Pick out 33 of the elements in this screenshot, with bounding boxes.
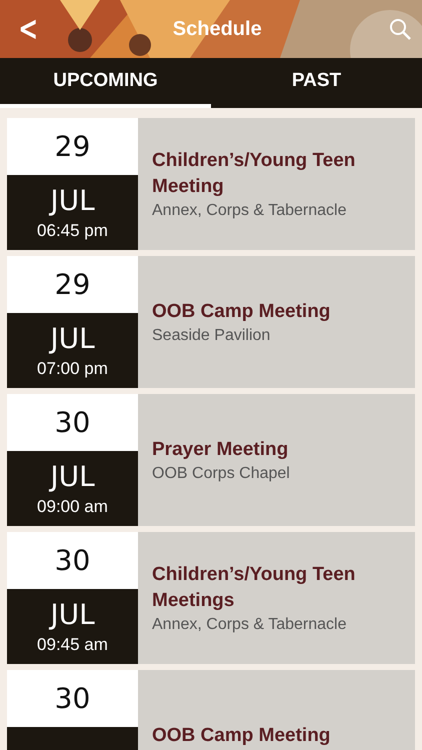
event-location: Annex, Corps & Tabernacle [152, 202, 348, 220]
event-location: Seaside Pavilion [152, 327, 272, 346]
event-card[interactable]: Children’s/Young Teen Meetings Annex, Corps & Tabernacle [138, 532, 415, 664]
event-day: 30 [7, 532, 138, 589]
event-location: OOB Corps Chapel [152, 465, 291, 484]
event-time: 09:00 am [37, 497, 108, 517]
event-card[interactable]: Prayer Meeting OOB Corps Chapel [138, 394, 415, 526]
event-title: OOB Camp Meeting [152, 724, 332, 748]
tab[interactable]: UPCOMING [0, 58, 211, 108]
event-month: JUL [50, 460, 95, 493]
search-button[interactable] [388, 17, 412, 41]
event-title: Children’s/Young Teen Meetings [152, 563, 356, 612]
event-day: 30 [7, 670, 138, 727]
event-title: Children’s/Young Teen Meeting [152, 149, 356, 198]
event-time: 06:45 pm [37, 221, 108, 241]
search-icon [388, 17, 412, 41]
event-month: JUL [50, 598, 95, 631]
event-day: 30 [7, 394, 138, 451]
event-card[interactable]: OOB Camp Meeting [138, 670, 415, 750]
event-title: OOB Camp Meeting [152, 300, 332, 324]
event-title: Prayer Meeting [152, 438, 290, 462]
event-card[interactable]: OOB Camp Meeting Seaside Pavilion [138, 256, 415, 388]
screen-title: Schedule [172, 18, 262, 40]
tab[interactable]: PAST [211, 58, 422, 108]
event-day: 29 [7, 118, 138, 175]
event-time: 07:00 pm [37, 359, 108, 379]
event-day: 29 [7, 256, 138, 313]
event-time: 09:45 am [37, 635, 108, 655]
event-month: JUL [50, 322, 95, 355]
event-location: Annex, Corps & Tabernacle [152, 616, 348, 634]
back-button[interactable]: < [15, 9, 42, 49]
event-card[interactable]: Children’s/Young Teen Meeting Annex, Corps & Tabernacle [138, 118, 415, 250]
event-month: JUL [50, 184, 95, 217]
